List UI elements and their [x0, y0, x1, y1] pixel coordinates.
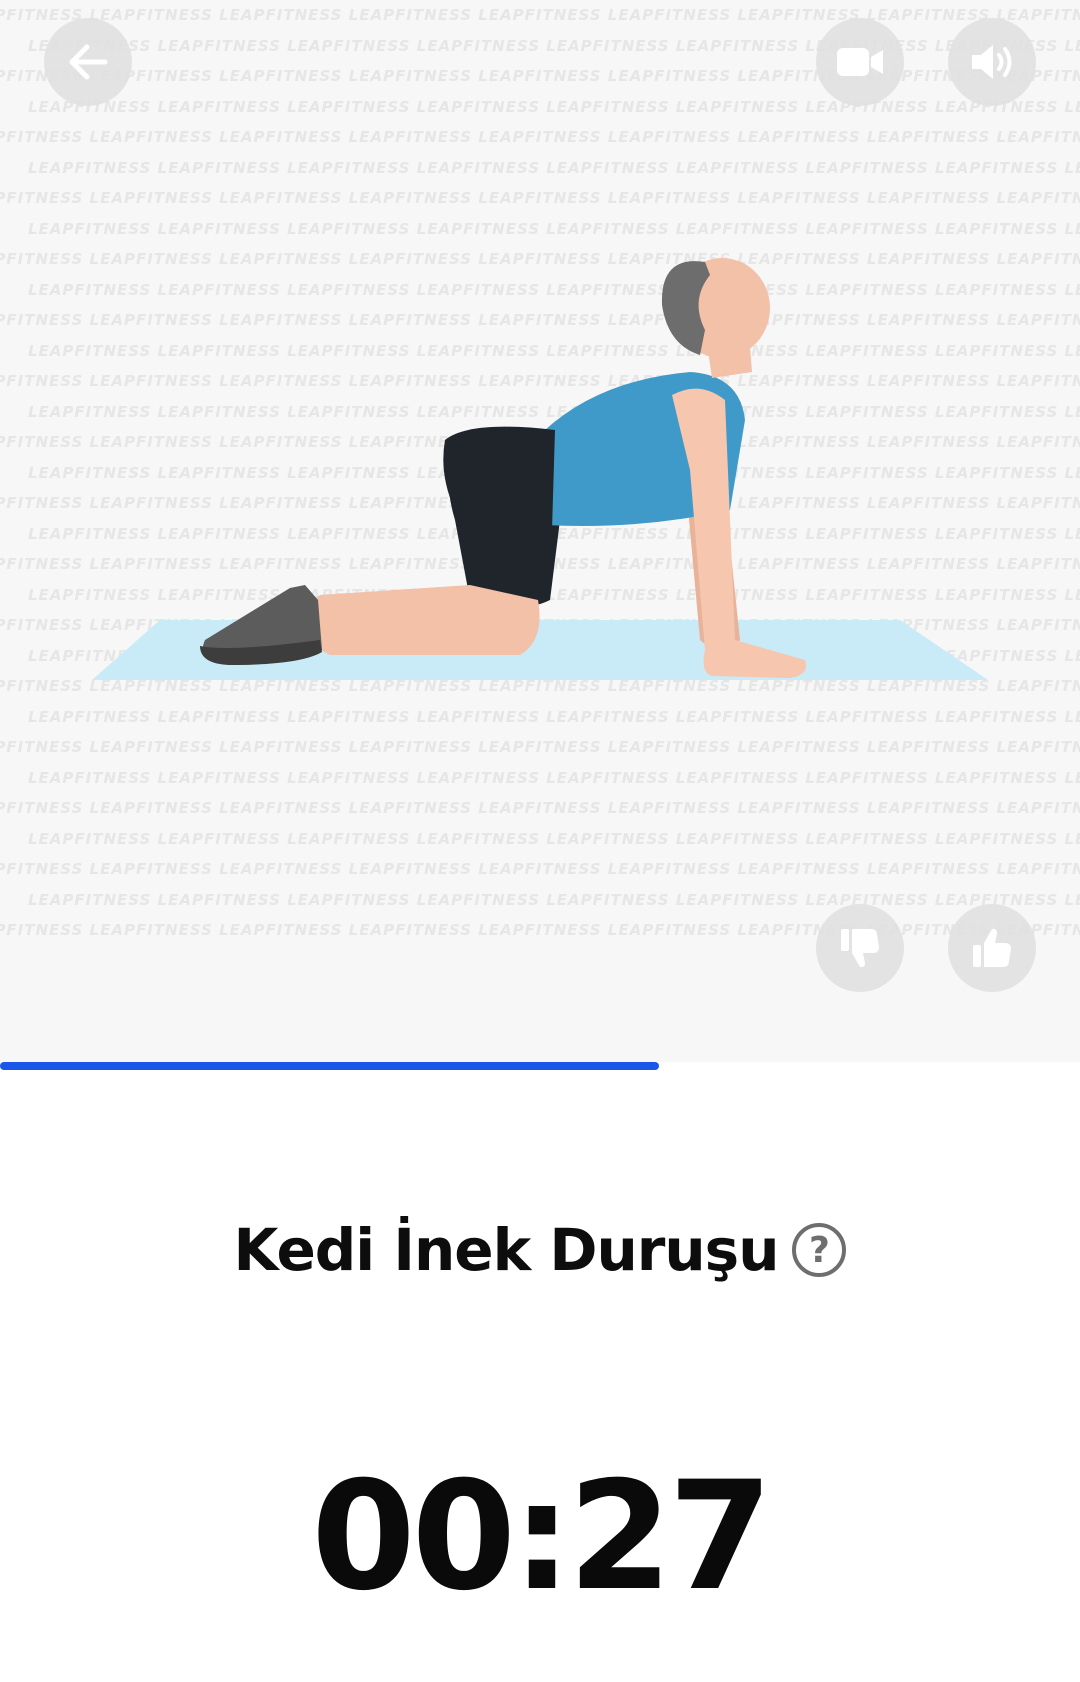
- sound-button[interactable]: [948, 18, 1036, 106]
- back-button[interactable]: [44, 18, 132, 106]
- exercise-title-row: Kedi İnek Duruşu ?: [0, 1210, 1080, 1290]
- video-button[interactable]: [816, 18, 904, 106]
- arrow-left-icon: [69, 44, 108, 80]
- thumbs-down-icon: [841, 929, 879, 968]
- cat-cow-pose-illustration: [92, 258, 988, 680]
- video-camera-icon: [837, 48, 883, 76]
- exercise-animation-area: LEAPFITNESS LEAPFITNESS LEAPFITNESS LEAP…: [0, 0, 1080, 1062]
- dislike-button[interactable]: [816, 904, 904, 992]
- countdown-timer: 00:27: [311, 1450, 772, 1624]
- thumbs-up-icon: [973, 928, 1011, 967]
- progress-fill: [0, 1062, 659, 1070]
- speaker-icon: [972, 45, 1012, 79]
- help-symbol: ?: [809, 1229, 830, 1271]
- exercise-progress-bar: [0, 1062, 1080, 1072]
- question-circle-icon[interactable]: ?: [792, 1223, 847, 1277]
- like-button[interactable]: [948, 904, 1036, 992]
- exercise-title: Kedi İnek Duruşu: [233, 1216, 780, 1284]
